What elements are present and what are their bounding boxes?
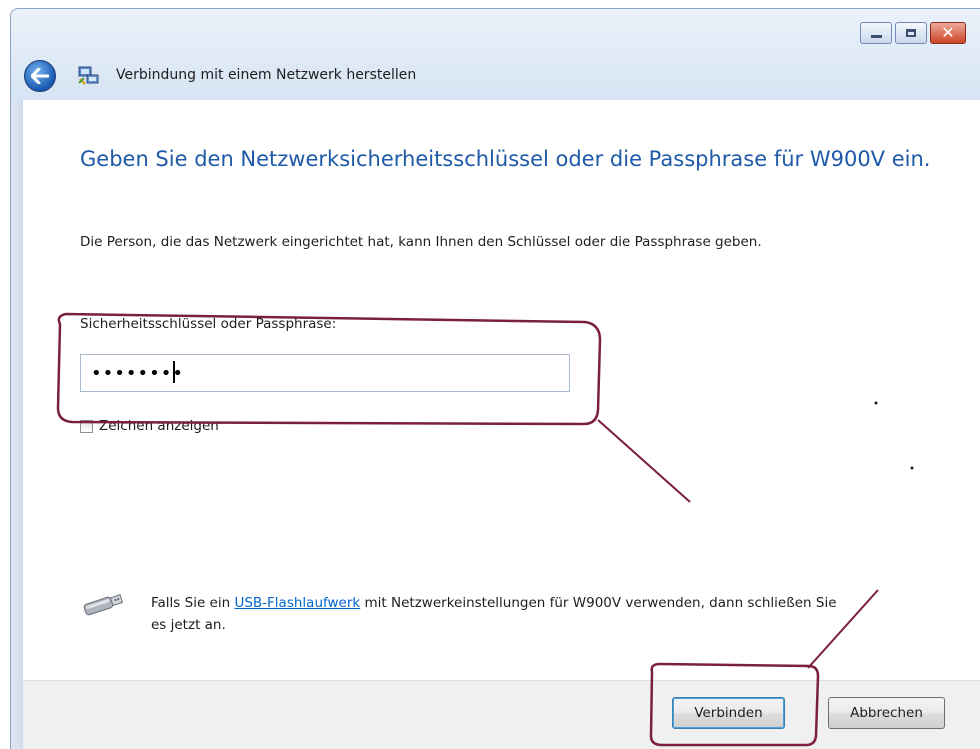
title-bar: [10, 8, 980, 101]
minimize-button[interactable]: [860, 22, 892, 44]
security-key-input[interactable]: [80, 354, 570, 392]
usb-flash-drive-link[interactable]: USB-Flashlaufwerk: [234, 595, 360, 611]
cancel-button[interactable]: Abbrechen: [828, 697, 945, 729]
close-icon: ✕: [941, 23, 955, 42]
instruction-text: Die Person, die das Netzwerk eingerichte…: [80, 234, 762, 250]
maximize-button[interactable]: [895, 22, 927, 44]
page-heading: Geben Sie den Netzwerksicherheitsschlüss…: [80, 147, 931, 171]
usb-flash-drive-icon: [83, 594, 124, 616]
minimize-icon: [870, 34, 882, 38]
window-title: Verbindung mit einem Netzwerk herstellen: [116, 67, 417, 83]
maximize-icon: [906, 29, 916, 37]
back-button[interactable]: [24, 60, 56, 92]
usb-hint-text: Falls Sie ein USB-Flashlaufwerk mit Netz…: [151, 592, 851, 636]
window-frame-left: [10, 100, 23, 749]
usb-hint-before: Falls Sie ein: [151, 595, 235, 611]
show-characters-label[interactable]: Zeichen anzeigen: [99, 418, 219, 434]
connect-button[interactable]: Verbinden: [672, 697, 785, 729]
close-button[interactable]: ✕: [930, 22, 966, 44]
network-icon: [78, 66, 99, 85]
show-characters-row[interactable]: Zeichen anzeigen: [80, 418, 219, 434]
text-caret: [173, 361, 175, 383]
connect-network-window: ✕ Verbindung mit einem Netzwerk herstell…: [0, 0, 980, 749]
security-key-label: Sicherheitsschlüssel oder Passphrase:: [80, 316, 337, 332]
show-characters-checkbox[interactable]: [80, 419, 93, 433]
window-controls: ✕: [860, 22, 966, 44]
back-arrow-icon: [31, 68, 49, 84]
